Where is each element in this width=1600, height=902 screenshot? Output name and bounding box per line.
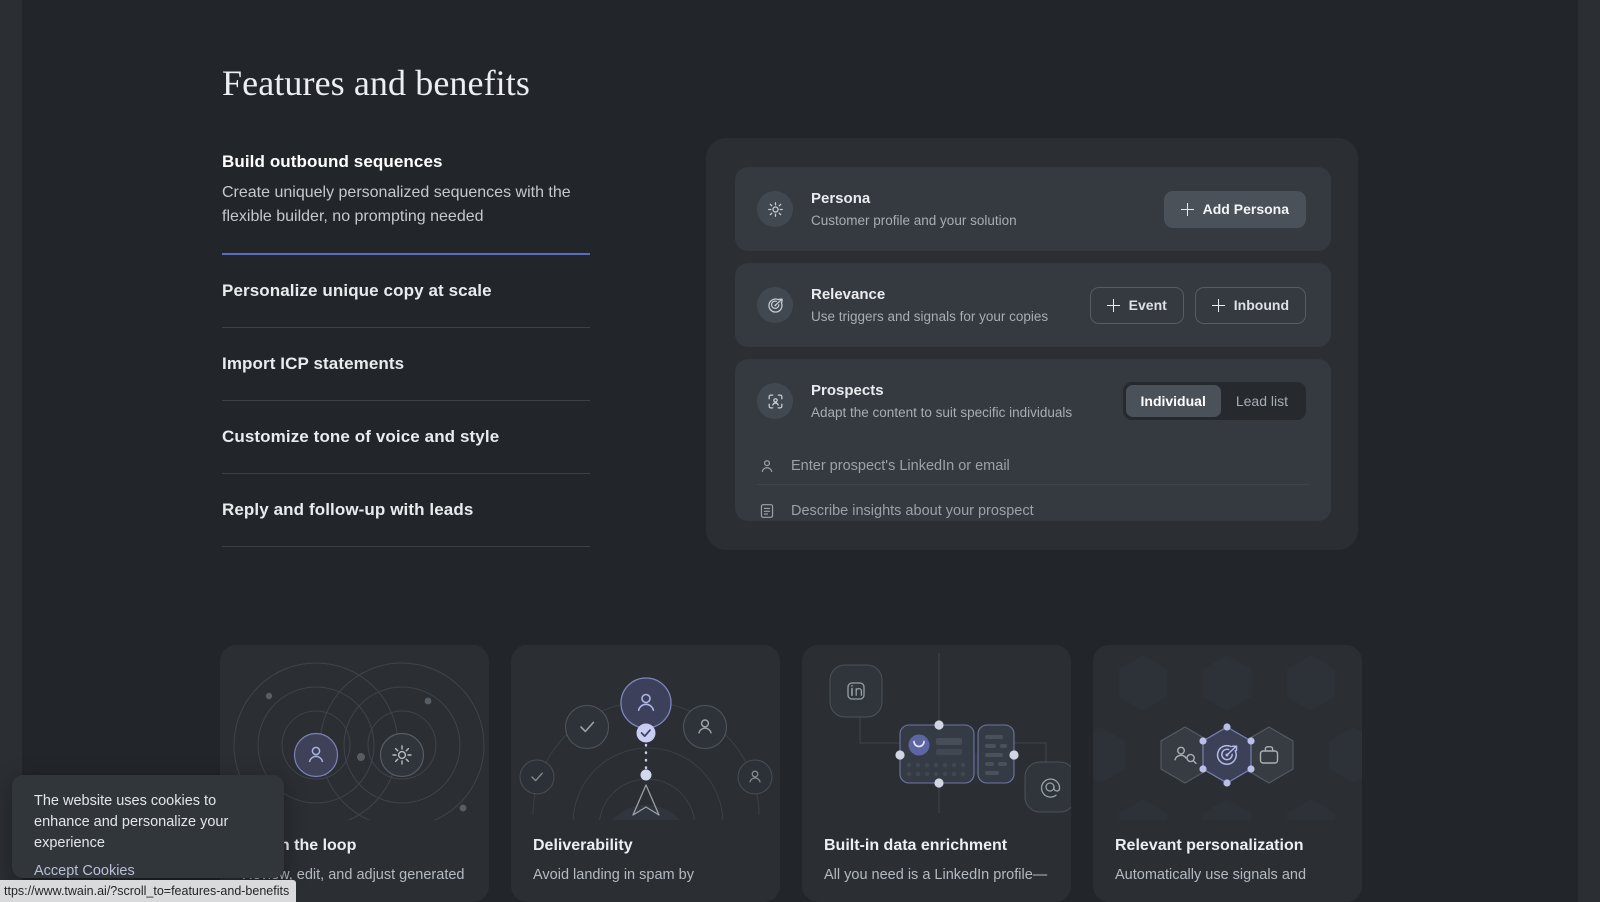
feature-card-title: Relevant personalization [1115, 837, 1304, 854]
target-arrow-icon [757, 287, 793, 323]
person-scan-icon [757, 383, 793, 419]
prospects-card-subtitle: Adapt the content to suit specific indiv… [811, 404, 1073, 420]
prospect-linkedin-placeholder: Enter prospect's LinkedIn or email [791, 457, 1010, 474]
toggle-option-individual[interactable]: Individual [1125, 385, 1221, 417]
persona-card-subtitle: Customer profile and your solution [811, 212, 1017, 228]
prospects-card: Prospects Adapt the content to suit spec… [735, 359, 1331, 521]
feature-card-deliverability[interactable]: Deliverability Avoid landing in spam by [511, 645, 780, 902]
feature-card-built-in-data-enrichment[interactable]: Built-in data enrichment All you need is… [802, 645, 1071, 902]
accordion-item-build-outbound-sequences[interactable]: Build outbound sequences Create uniquely… [222, 152, 590, 255]
prospects-card-title: Prospects [811, 381, 884, 399]
add-inbound-button-label: Inbound [1233, 297, 1289, 313]
status-bar-url: ttps://www.twain.ai/?scroll_to=features-… [0, 880, 297, 902]
persona-card-title: Persona [811, 189, 871, 207]
toggle-option-lead-list[interactable]: Lead list [1221, 385, 1303, 417]
accordion-item-heading: Reply and follow-up with leads [222, 500, 474, 519]
feature-card-title: Built-in data enrichment [824, 837, 1008, 854]
cookie-banner-message: The website uses cookies to enhance and … [34, 793, 229, 851]
features-accordion: Build outbound sequences Create uniquely… [222, 152, 590, 547]
sequence-builder-preview-panel: Persona Customer profile and your soluti… [706, 138, 1358, 550]
add-event-button-label: Event [1128, 297, 1167, 313]
accordion-item-body: Create uniquely personalized sequences w… [222, 184, 571, 225]
add-persona-button[interactable]: Add Persona [1163, 190, 1306, 228]
accordion-item-import-icp-statements[interactable]: Import ICP statements [222, 328, 590, 401]
page-title: Features and benefits [222, 63, 530, 103]
deliverability-arc-send-art [519, 677, 773, 820]
persona-card: Persona Customer profile and your soluti… [735, 167, 1331, 251]
note-document-icon [758, 502, 776, 520]
feature-card-relevant-personalization[interactable]: Relevant personalization Automatically u… [1093, 645, 1362, 902]
feature-card-row: You in the loop Review, edit, and adjust… [220, 645, 1380, 902]
relevance-card-title: Relevance [811, 285, 886, 303]
person-icon [758, 457, 776, 475]
relevance-card: Relevance Use triggers and signals for y… [735, 263, 1331, 347]
feature-card-description: Avoid landing in spam by [533, 867, 694, 883]
accept-cookies-link[interactable]: Accept Cookies [34, 863, 135, 879]
accordion-item-heading: Build outbound sequences [222, 152, 443, 171]
plus-icon [1180, 202, 1194, 216]
prospect-insights-field[interactable]: Describe insights about your prospect [757, 492, 1309, 530]
cookie-consent-banner: The website uses cookies to enhance and … [12, 775, 284, 879]
feature-card-title: Deliverability [533, 837, 633, 854]
accordion-divider [222, 546, 590, 547]
feature-card-description: Automatically use signals and [1115, 867, 1307, 883]
accordion-item-customize-tone-of-voice-and-style[interactable]: Customize tone of voice and style [222, 401, 590, 474]
plus-icon [1106, 298, 1120, 312]
accordion-item-reply-and-follow-up-with-leads[interactable]: Reply and follow-up with leads [222, 474, 590, 547]
accordion-item-heading: Customize tone of voice and style [222, 427, 500, 446]
prospect-linkedin-field[interactable]: Enter prospect's LinkedIn or email [757, 447, 1309, 485]
feature-card-description: All you need is a LinkedIn profile— [824, 867, 1048, 883]
add-event-button[interactable]: Event [1089, 286, 1184, 324]
prospect-type-toggle[interactable]: Individual Lead list [1122, 382, 1306, 420]
page-right-gutter [1578, 0, 1600, 902]
relevance-card-subtitle: Use triggers and signals for your copies [811, 308, 1049, 324]
accordion-item-heading: Personalize unique copy at scale [222, 281, 492, 300]
accordion-item-personalize-unique-copy-at-scale[interactable]: Personalize unique copy at scale [222, 255, 590, 328]
accordion-item-heading: Import ICP statements [222, 354, 405, 373]
data-enrichment-nodes-art [829, 653, 1071, 813]
add-persona-button-label: Add Persona [1202, 201, 1289, 217]
add-inbound-button[interactable]: Inbound [1194, 286, 1306, 324]
crosshair-focus-icon [757, 191, 793, 227]
page-left-gutter [0, 0, 22, 902]
plus-icon [1211, 298, 1225, 312]
prospect-insights-placeholder: Describe insights about your prospect [791, 503, 1034, 519]
hexagon-grid-target-art [1093, 655, 1362, 820]
